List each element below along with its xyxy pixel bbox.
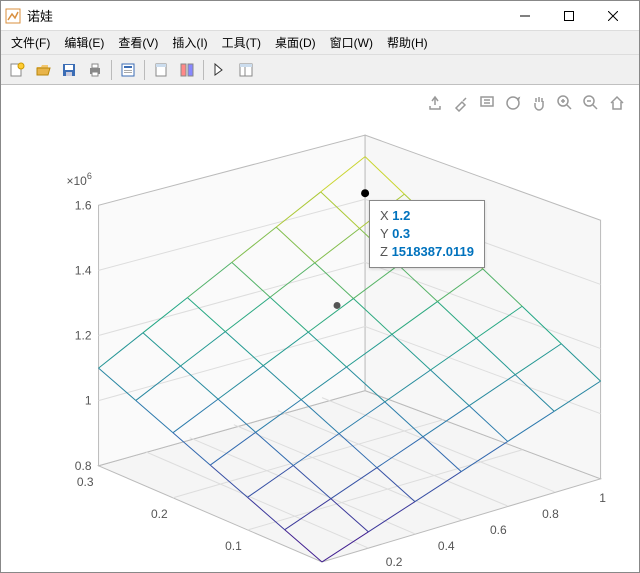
new-figure-button[interactable]	[5, 58, 29, 82]
datatip-x-label: X	[380, 208, 389, 223]
print-button[interactable]	[83, 58, 107, 82]
toolbar	[1, 55, 639, 85]
menu-insert[interactable]: 插入(I)	[166, 32, 213, 53]
edit-plot-button[interactable]	[208, 58, 232, 82]
z-tick: 1.6	[75, 198, 92, 212]
datatip-z-label: Z	[380, 244, 388, 259]
y-tick: 0.3	[77, 475, 94, 489]
menu-help[interactable]: 帮助(H)	[381, 32, 434, 53]
datatip-x-value: 1.2	[392, 208, 410, 223]
z-tick: 1	[85, 394, 92, 408]
window-title: 诺娃	[27, 6, 503, 25]
save-button[interactable]	[57, 58, 81, 82]
figure-window: 诺娃 文件(F) 编辑(E) 查看(V) 插入(I) 工具(T) 桌面(D) 窗…	[0, 0, 640, 573]
axes-3d[interactable]: 0.8 1 1.2 1.4 1.6 ×106 0.3 0.2 0.1 0	[1, 85, 639, 572]
datatip-marker[interactable]	[361, 189, 369, 197]
y-tick: 0.1	[225, 539, 242, 553]
datatip-y-value: 0.3	[392, 226, 410, 241]
close-button[interactable]	[591, 2, 635, 30]
minimize-button[interactable]	[503, 2, 547, 30]
link-plot-button[interactable]	[149, 58, 173, 82]
x-tick: 0.8	[542, 507, 559, 521]
property-editor-button[interactable]	[234, 58, 258, 82]
menubar: 文件(F) 编辑(E) 查看(V) 插入(I) 工具(T) 桌面(D) 窗口(W…	[1, 31, 639, 55]
toolbar-separator	[144, 60, 145, 80]
menu-desktop[interactable]: 桌面(D)	[269, 32, 322, 53]
z-tick: 1.4	[75, 263, 92, 277]
x-tick: 1	[599, 491, 606, 505]
x-tick: 0.4	[438, 539, 455, 553]
maximize-button[interactable]	[547, 2, 591, 30]
menu-window[interactable]: 窗口(W)	[324, 32, 379, 53]
menu-file[interactable]: 文件(F)	[5, 32, 56, 53]
menu-view[interactable]: 查看(V)	[112, 32, 164, 53]
menu-edit[interactable]: 编辑(E)	[58, 32, 110, 53]
z-exponent: ×106	[66, 171, 91, 188]
datatip[interactable]: X 1.2 Y 0.3 Z 1518387.0119	[369, 200, 485, 268]
datatip-y-label: Y	[380, 226, 388, 241]
open-button[interactable]	[31, 58, 55, 82]
toolbar-separator	[203, 60, 204, 80]
titlebar: 诺娃	[1, 1, 639, 31]
menu-tools[interactable]: 工具(T)	[216, 32, 267, 53]
x-tick: 0.6	[490, 523, 507, 537]
z-tick: 0.8	[75, 459, 92, 473]
datatip-marker-secondary[interactable]	[334, 302, 341, 309]
y-tick: 0	[309, 571, 316, 572]
y-tick: 0.2	[151, 507, 168, 521]
colorbar-button[interactable]	[175, 58, 199, 82]
x-tick: 0	[339, 571, 346, 572]
app-icon	[5, 8, 21, 24]
z-tick: 1.2	[75, 329, 92, 343]
print-preview-button[interactable]	[116, 58, 140, 82]
toolbar-separator	[111, 60, 112, 80]
figure-area: 0.8 1 1.2 1.4 1.6 ×106 0.3 0.2 0.1 0	[1, 85, 639, 572]
datatip-z-value: 1518387.0119	[392, 244, 474, 259]
x-tick: 0.2	[386, 555, 403, 569]
